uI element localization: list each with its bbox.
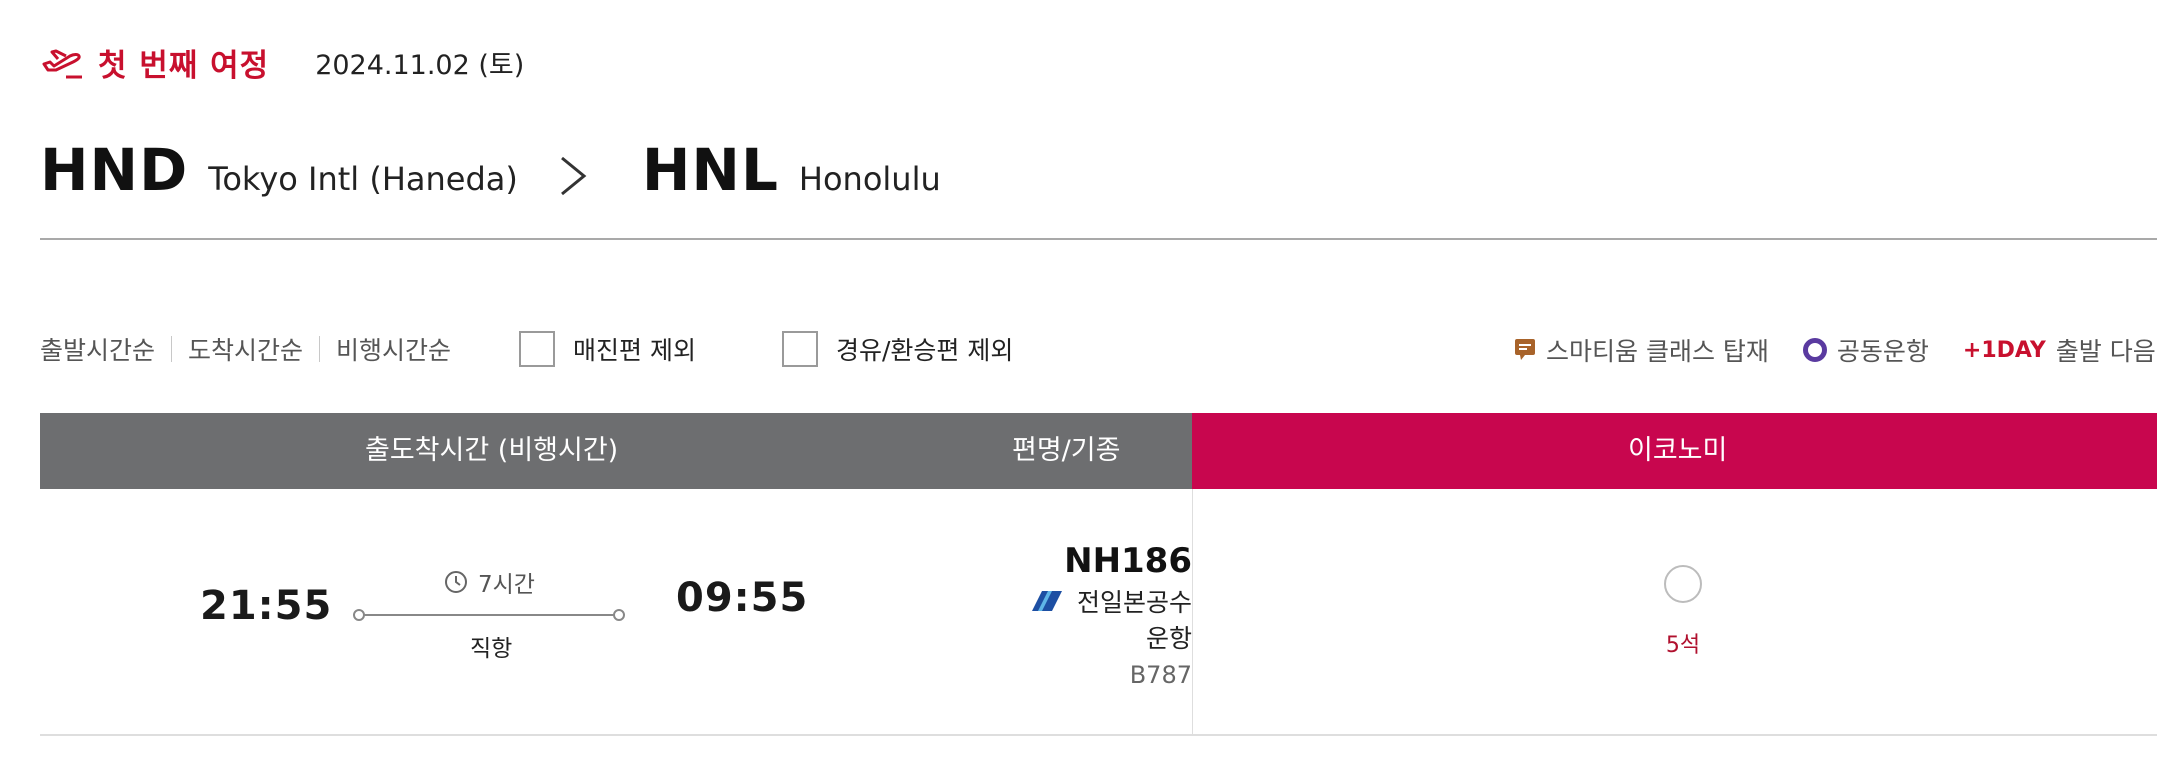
duration-text: 7시간 <box>478 572 535 598</box>
smartium-legend-label: 스마티움 클래스 탑재 <box>1546 337 1769 366</box>
exclude-transfer-checkbox[interactable] <box>782 331 818 367</box>
flight-row: 21:55 7시간 직항 09:55 NH186 전일본공수 운항 B787 5… <box>40 489 2157 736</box>
journey-header: 첫 번째 여정 2024.11.02 (토) <box>40 40 524 84</box>
chevron-right-icon <box>560 156 587 196</box>
operating-airline-line2: 운항 <box>1145 624 1192 653</box>
journey-date: 2024.11.02 (토) <box>315 49 525 81</box>
sort-separator <box>319 336 321 362</box>
operating-airline-line1: 전일본공수 <box>1076 588 1192 617</box>
smartium-class-icon <box>1515 339 1535 360</box>
journey-title: 첫 번째 여정 <box>98 47 270 84</box>
sort-by-arrival[interactable]: 도착시간순 <box>188 331 303 367</box>
header-economy-column: 이코노미 <box>1628 435 1728 466</box>
codeshare-icon <box>1802 338 1827 362</box>
exclude-soldout-checkbox[interactable] <box>519 331 556 367</box>
flight-table-header: 출도착시간 (비행시간) 편명/기종 이코노미 <box>40 413 2157 489</box>
origin-city: Tokyo Intl (Haneda) <box>208 160 518 198</box>
legend: 스마티움 클래스 탑재 공동운항 +1DAY 출발 다음날 <box>1514 330 2157 370</box>
column-divider <box>1192 489 1193 736</box>
departure-time: 21:55 <box>200 583 333 629</box>
sort-filter-bar: 출발시간순 도착시간순 비행시간순 매진편 제외 경유/환승편 제외 <box>40 324 1013 374</box>
operating-airline-name: 전일본공수 운항 <box>1072 585 1192 657</box>
ana-logo-icon <box>1032 591 1062 611</box>
flight-timeline <box>353 609 625 621</box>
sort-separator <box>171 336 173 362</box>
plus-one-day-badge: +1DAY <box>1962 337 2046 363</box>
exclude-soldout-label[interactable]: 매진편 제외 <box>573 331 696 367</box>
sort-by-departure[interactable]: 출발시간순 <box>40 331 155 367</box>
header-economy-block: 이코노미 <box>1192 413 2157 489</box>
destination-code: HNL <box>641 136 779 204</box>
exclude-transfer-filter[interactable]: 경유/환승편 제외 <box>782 331 1013 367</box>
economy-fare-radio[interactable] <box>1664 565 1702 603</box>
codeshare-legend-label: 공동운항 <box>1836 337 1929 366</box>
clock-icon <box>445 571 467 593</box>
header-flight-column: 편명/기종 <box>1012 435 1121 466</box>
sort-by-duration[interactable]: 비행시간순 <box>336 331 451 367</box>
aircraft-type: B787 <box>1129 661 1192 689</box>
plane-takeoff-icon <box>42 49 82 79</box>
economy-seats-left: 5석 <box>1665 633 1701 658</box>
flight-duration: 7시간 <box>444 565 535 599</box>
plus-one-day-label: 출발 다음날 <box>2055 337 2157 366</box>
arrival-time: 09:55 <box>676 575 809 621</box>
stops-text: 직항 <box>470 636 513 662</box>
header-gray-block: 출도착시간 (비행시간) 편명/기종 <box>40 413 1192 489</box>
route-summary: HND Tokyo Intl (Haneda) HNL Honolulu <box>40 136 941 216</box>
operating-airline: 전일본공수 운항 <box>1032 585 1192 657</box>
origin-code: HND <box>40 136 189 204</box>
destination-city: Honolulu <box>798 160 941 198</box>
flight-number[interactable]: NH186 <box>1064 541 1192 581</box>
exclude-transfer-label[interactable]: 경유/환승편 제외 <box>836 331 1013 367</box>
exclude-soldout-filter[interactable]: 매진편 제외 <box>519 331 696 367</box>
header-time-column: 출도착시간 (비행시간) <box>365 435 619 466</box>
section-divider <box>40 238 2157 240</box>
